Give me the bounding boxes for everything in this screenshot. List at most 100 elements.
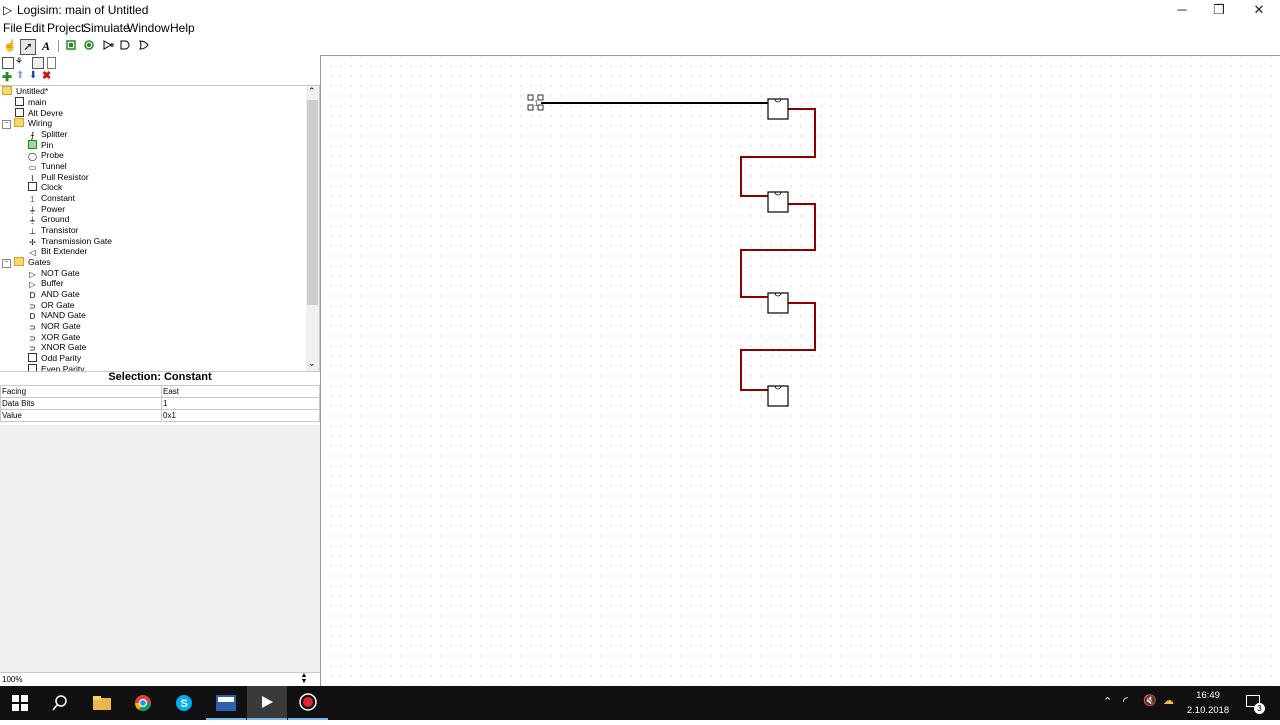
wire-error[interactable] [740,203,816,298]
tree-item-constant[interactable]: 1 Constant [28,193,75,204]
attribute-row: Data Bits 1 [0,397,320,410]
text-tool-icon[interactable]: A [39,39,53,53]
menu-edit[interactable]: Edit [24,21,45,35]
tree-item-transistor[interactable]: ⊥ Transistor [28,225,78,236]
minimize-button[interactable]: ─ [1162,0,1202,20]
subcircuit-box[interactable] [767,191,789,213]
circuit-icon [15,97,24,106]
tree-item-buffer[interactable]: ▷ Buffer [28,278,63,289]
scroll-up-icon[interactable]: ⌃ [308,86,316,97]
subcircuit-box[interactable] [767,385,789,407]
scroll-down-icon[interactable]: ⌄ [308,358,316,369]
tree-item-and-gate[interactable]: D AND Gate [28,289,80,300]
chrome-icon[interactable] [123,686,163,720]
folder-icon [14,118,24,127]
poke-tool-icon[interactable]: ☝ [3,39,17,53]
clock-date[interactable]: 2.10.2018 [1180,705,1236,716]
appearance-view-icon[interactable] [47,57,56,69]
layout-view-icon[interactable] [32,57,44,69]
tree-folder-wiring[interactable]: Wiring [14,118,52,129]
subcircuit-box[interactable] [767,292,789,314]
menu-simulate[interactable]: Simulate [83,21,130,35]
attribute-name: Value [0,409,162,422]
selection-title: Selection: Constant [108,371,212,383]
attribute-panel-background [0,425,320,672]
add-circuit-icon[interactable]: ✚ [2,70,12,84]
tree-circuit-main[interactable]: main [15,97,46,108]
tree-folder-gates[interactable]: Gates [14,257,51,268]
title-bar: ▷ Logisim: main of Untitled ─ ❐ ✕ [0,0,1280,20]
selection-handle[interactable] [537,104,544,111]
close-button[interactable]: ✕ [1239,0,1279,20]
clock-time[interactable]: 16:49 [1188,690,1228,701]
menu-file[interactable]: File [3,21,22,35]
tree-item-tunnel[interactable]: ▭ Tunnel [28,161,67,172]
tree-item-clock[interactable]: Clock [28,182,62,193]
and-gate-icon[interactable] [118,39,132,53]
buffer-icon: ▷ [29,280,36,289]
attribute-value-value[interactable]: 0x1 [161,409,320,422]
tunnel-icon: ▭ [28,163,37,172]
search-icon[interactable] [40,686,80,720]
nor-gate-icon: ⊃ [29,323,36,332]
collapse-gates-icon[interactable]: − [2,259,11,268]
circuit-canvas[interactable]: 1 [320,55,1280,687]
output-pin-icon[interactable] [82,39,96,53]
selection-handle[interactable] [537,94,544,101]
menu-project[interactable]: Project [47,21,84,35]
attribute-table: Facing East Data Bits 1 Value 0x1 [0,385,320,422]
menu-window[interactable]: Window [127,21,170,35]
hierarchy-view-icon[interactable]: ⚘ [15,56,23,67]
tree-project[interactable]: Untitled* [2,86,48,97]
menu-help[interactable]: Help [170,21,195,35]
toolbox-view-icon[interactable] [2,57,14,69]
move-up-icon[interactable]: ⬆ [16,70,24,81]
selection-handle[interactable] [527,94,534,101]
zoom-bar: 100% ▲ ▼ [0,672,320,687]
move-down-icon[interactable]: ⬇ [29,70,37,81]
subcircuit-box[interactable] [767,98,789,120]
input-pin-icon[interactable] [64,39,78,53]
dev-cpp-icon[interactable] [206,686,246,720]
attribute-value-facing[interactable]: East [161,385,320,398]
zoom-level[interactable]: 100% [2,675,22,684]
scroll-thumb[interactable] [307,100,318,305]
volume-muted-icon[interactable]: 🔇 [1143,694,1157,707]
tree-item-bit-extender[interactable]: ◁ Bit Extender [28,246,87,257]
tree-item-ground[interactable]: ⏚ Ground [28,214,70,225]
wire-error[interactable] [740,302,816,391]
circuit-icon [15,108,24,117]
tree-item-probe[interactable]: ◯ Probe [28,150,64,161]
collapse-wiring-icon[interactable]: − [2,120,11,129]
tool-bar: ☝ ➚ A [0,37,320,55]
selection-handle[interactable] [527,104,534,111]
file-explorer-icon[interactable] [82,686,122,720]
tree-item-nor-gate[interactable]: ⊃ NOR Gate [28,321,81,332]
nand-gate-icon: D [29,312,36,321]
wire-error[interactable] [740,108,816,197]
or-gate-icon[interactable] [137,39,151,53]
tree-item-xnor-gate[interactable]: ⊃ XNOR Gate [28,342,86,353]
tray-overflow-icon[interactable]: ⌃ [1103,695,1112,708]
delete-circuit-icon[interactable]: ✖ [42,69,51,82]
windows-start-icon[interactable] [0,686,40,720]
clock-icon [28,182,37,191]
explorer-scrollbar[interactable]: ⌃ ⌄ [306,86,319,371]
select-tool-icon[interactable]: ➚ [20,39,36,55]
not-gate-icon[interactable] [101,39,115,53]
network-icon[interactable]: ◜ [1123,694,1128,708]
attribute-value-data-bits[interactable]: 1 [161,397,320,410]
attribute-row: Value 0x1 [0,409,320,422]
maximize-button[interactable]: ❐ [1199,0,1239,20]
tree-item-nand-gate[interactable]: D NAND Gate [28,310,86,321]
tree-item-odd-parity[interactable]: Odd Parity [28,353,81,364]
attribute-row: Facing East [0,385,320,398]
explorer-tree: Untitled* main Alt Devre − Wiring ⨍ Split… [0,85,320,372]
screen-recorder-icon[interactable] [288,686,328,720]
skype-icon[interactable]: S [164,686,204,720]
constant-component[interactable]: 1 [527,94,544,111]
logisim-taskbar-icon[interactable] [247,686,287,720]
zoom-spinner[interactable]: ▲ ▼ [299,672,309,686]
onedrive-icon[interactable]: ☁ [1163,694,1174,707]
tree-item-splitter[interactable]: ⨍ Splitter [28,129,67,140]
